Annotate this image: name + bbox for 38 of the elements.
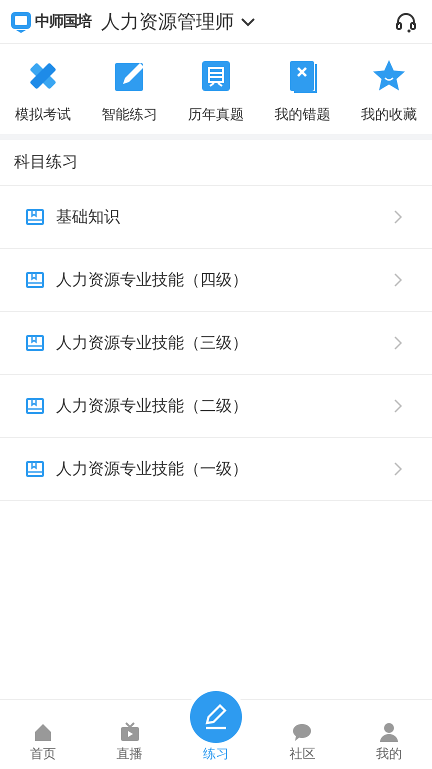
book-icon	[26, 335, 44, 351]
subject-item[interactable]: 人力资源专业技能（四级）	[0, 249, 432, 312]
subject-title: 人力资源专业技能（二级）	[56, 396, 249, 416]
brand-name: 中师国培	[35, 12, 91, 31]
subject-item[interactable]: 人力资源专业技能（三级）	[0, 312, 432, 375]
book-icon	[26, 209, 44, 225]
book-icon	[26, 272, 44, 288]
tab[interactable]: 社区	[267, 721, 338, 763]
chevron-right-icon	[394, 336, 402, 350]
book-icon	[26, 461, 44, 477]
tv-icon	[118, 721, 141, 743]
shortcut-button[interactable]: 智能练习	[86, 58, 172, 124]
chevron-right-icon	[394, 210, 402, 224]
subject-title: 人力资源专业技能（三级）	[56, 332, 249, 354]
chevron-right-icon	[394, 273, 402, 287]
subject-title: 基础知识	[56, 206, 121, 228]
subject-title: 人力资源专业技能（四级）	[56, 270, 249, 290]
shortcut-button[interactable]: 我的收藏	[346, 58, 432, 124]
tab[interactable]: 我的	[354, 721, 424, 763]
chevron-down-icon	[240, 16, 256, 26]
course-selector[interactable]: 人力资源管理师	[101, 8, 256, 34]
tab[interactable]: 直播	[94, 721, 165, 763]
logo-icon	[10, 10, 32, 32]
chat-icon	[291, 721, 314, 743]
subject-item[interactable]: 基础知识	[0, 186, 432, 249]
shortcut-button[interactable]: 历年真题	[173, 58, 259, 124]
subject-title: 人力资源专业技能（一级）	[56, 458, 249, 480]
section-title: 科目练习	[0, 140, 432, 186]
shortcut-button[interactable]: 模拟考试	[0, 58, 86, 124]
book-icon	[26, 398, 44, 414]
subject-item[interactable]: 人力资源专业技能（二级）	[0, 375, 432, 438]
chevron-right-icon	[394, 399, 402, 413]
subject-item[interactable]: 人力资源专业技能（一级）	[0, 438, 432, 501]
tab[interactable]: 首页	[8, 721, 78, 763]
shortcut-button[interactable]: 我的错题	[260, 58, 346, 124]
person-icon	[378, 721, 400, 743]
chevron-right-icon	[394, 462, 402, 476]
pencil-icon	[190, 691, 242, 743]
